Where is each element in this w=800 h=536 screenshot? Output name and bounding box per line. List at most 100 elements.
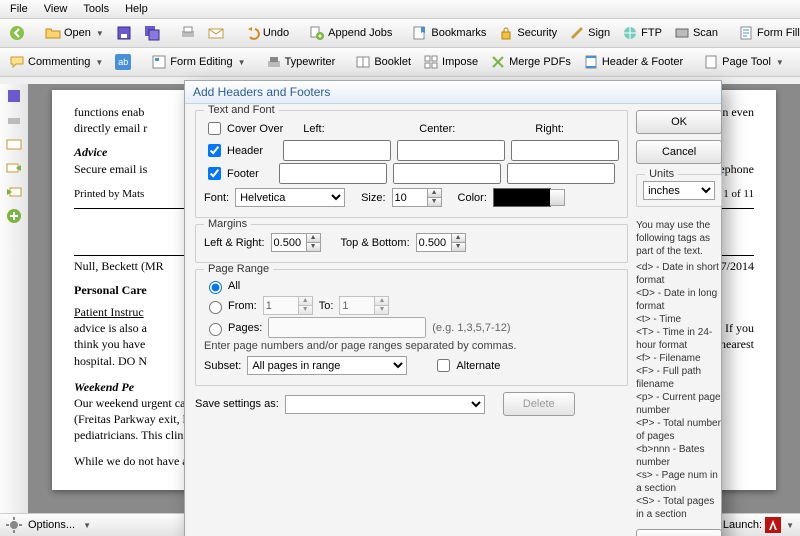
save-button[interactable] bbox=[111, 23, 137, 43]
units-group: Units inches bbox=[636, 174, 722, 207]
alternate-checkbox[interactable]: Alternate bbox=[433, 356, 500, 375]
save-select[interactable] bbox=[285, 395, 485, 414]
menu-help[interactable]: Help bbox=[117, 1, 156, 17]
size-spinner[interactable]: ▲▼ bbox=[392, 188, 442, 207]
security-button[interactable]: Security bbox=[493, 23, 562, 43]
booklet-icon bbox=[355, 54, 371, 70]
lt-mail[interactable] bbox=[1, 134, 27, 154]
ok-button[interactable]: OK bbox=[636, 110, 722, 134]
typewriter-label: Typewriter bbox=[285, 56, 336, 68]
lt-add[interactable] bbox=[1, 206, 27, 226]
env-in-icon bbox=[6, 184, 22, 200]
adobe-icon[interactable] bbox=[765, 517, 781, 533]
menu-tools[interactable]: Tools bbox=[75, 1, 117, 17]
menu-file[interactable]: File bbox=[2, 1, 36, 17]
pagerange-group: Page Range All From: ▲▼ To: ▲▼ Pages: (e… bbox=[195, 269, 628, 386]
formfiller-button[interactable]: Form Filler bbox=[733, 23, 800, 43]
open-label: Open bbox=[64, 27, 91, 39]
commenting-label: Commenting bbox=[28, 56, 90, 68]
savemulti-button[interactable] bbox=[139, 23, 165, 43]
scan-label: Scan bbox=[693, 27, 718, 39]
from-radio[interactable]: From: bbox=[204, 298, 257, 314]
highlight-button[interactable]: ab bbox=[110, 52, 136, 72]
center-label: Center: bbox=[419, 123, 529, 135]
formedit-button[interactable]: Form Editing▼ bbox=[146, 52, 250, 72]
bookmarks-button[interactable]: Bookmarks bbox=[407, 23, 491, 43]
sign-label: Sign bbox=[588, 27, 610, 39]
units-legend: Units bbox=[645, 168, 678, 180]
pages-input[interactable] bbox=[268, 317, 426, 338]
subset-select[interactable]: All pages in range bbox=[247, 356, 407, 375]
header-right-input[interactable] bbox=[511, 140, 619, 161]
stamps-button[interactable]: Stamps▼ bbox=[791, 52, 800, 72]
toolbar-2: Commenting▼ ab Form Editing▼ Typewriter … bbox=[0, 48, 800, 77]
footer-checkbox[interactable]: Footer bbox=[204, 164, 259, 183]
menubar: File View Tools Help bbox=[0, 0, 800, 19]
help-button[interactable]: Help bbox=[636, 529, 722, 536]
save-label: Save settings as: bbox=[195, 398, 279, 410]
pagetool-icon bbox=[703, 54, 719, 70]
lr-spinner[interactable]: ▲▼ bbox=[271, 233, 321, 252]
size-label: Size: bbox=[361, 192, 385, 204]
cancel-button[interactable]: Cancel bbox=[636, 140, 722, 164]
pagetool-button[interactable]: Page Tool▼ bbox=[698, 52, 789, 72]
footer-left-input[interactable] bbox=[279, 163, 387, 184]
email-button[interactable] bbox=[203, 23, 229, 43]
margins-legend: Margins bbox=[204, 218, 251, 230]
merge-button[interactable]: Merge PDFs bbox=[485, 52, 576, 72]
header-checkbox[interactable]: Header bbox=[204, 141, 263, 160]
typewriter-button[interactable]: Typewriter bbox=[261, 52, 341, 72]
from-spinner[interactable]: ▲▼ bbox=[263, 296, 313, 315]
tb-label: Top & Bottom: bbox=[341, 237, 410, 249]
back-button[interactable] bbox=[4, 23, 30, 43]
impose-button[interactable]: Impose bbox=[418, 52, 483, 72]
bookmarks-label: Bookmarks bbox=[431, 27, 486, 39]
footer-right-input[interactable] bbox=[507, 163, 615, 184]
sign-button[interactable]: Sign bbox=[564, 23, 615, 43]
color-label: Color: bbox=[458, 192, 487, 204]
bookmark-icon bbox=[412, 25, 428, 41]
append-button[interactable]: Append Jobs bbox=[304, 23, 397, 43]
ftp-button[interactable]: FTP bbox=[617, 23, 667, 43]
color-picker[interactable] bbox=[493, 188, 551, 207]
font-select[interactable]: Helvetica bbox=[235, 188, 345, 207]
impose-label: Impose bbox=[442, 56, 478, 68]
menu-view[interactable]: View bbox=[36, 1, 76, 17]
options-button[interactable]: Options... bbox=[28, 519, 75, 531]
header-center-input[interactable] bbox=[397, 140, 505, 161]
typewriter-icon bbox=[266, 54, 282, 70]
right-label: Right: bbox=[535, 123, 564, 135]
coverover-checkbox[interactable]: Cover Over bbox=[204, 119, 283, 138]
margins-group: Margins Left & Right: ▲▼ Top & Bottom: ▲… bbox=[195, 224, 628, 263]
booklet-button[interactable]: Booklet bbox=[350, 52, 416, 72]
headerfooter-button[interactable]: Header & Footer bbox=[578, 52, 688, 72]
dialog-title: Add Headers and Footers bbox=[185, 81, 721, 104]
scan-button[interactable]: Scan bbox=[669, 23, 723, 43]
lt-send1[interactable] bbox=[1, 158, 27, 178]
tb-spinner[interactable]: ▲▼ bbox=[416, 233, 466, 252]
header-left-input[interactable] bbox=[283, 140, 391, 161]
to-spinner[interactable]: ▲▼ bbox=[339, 296, 389, 315]
lt-save[interactable] bbox=[1, 86, 27, 106]
delete-button[interactable]: Delete bbox=[503, 392, 575, 416]
print-button[interactable] bbox=[175, 23, 201, 43]
lt-send2[interactable] bbox=[1, 182, 27, 202]
footer-center-input[interactable] bbox=[393, 163, 501, 184]
left-label: Left: bbox=[303, 123, 413, 135]
lock-icon bbox=[498, 25, 514, 41]
launch-label: Launch: bbox=[723, 519, 762, 531]
undo-button[interactable]: Undo bbox=[239, 23, 294, 43]
save-icon bbox=[116, 25, 132, 41]
mail2-icon bbox=[6, 136, 22, 152]
print2-icon bbox=[6, 112, 22, 128]
pages-radio[interactable]: Pages: bbox=[204, 320, 262, 336]
highlight-icon: ab bbox=[115, 54, 131, 70]
units-select[interactable]: inches bbox=[643, 181, 715, 200]
font-label: Font: bbox=[204, 192, 229, 204]
ftp-icon bbox=[622, 25, 638, 41]
open-button[interactable]: Open▼ bbox=[40, 23, 109, 43]
env-out-icon bbox=[6, 160, 22, 176]
commenting-button[interactable]: Commenting▼ bbox=[4, 52, 108, 72]
lt-print[interactable] bbox=[1, 110, 27, 130]
all-radio[interactable]: All bbox=[204, 278, 240, 294]
